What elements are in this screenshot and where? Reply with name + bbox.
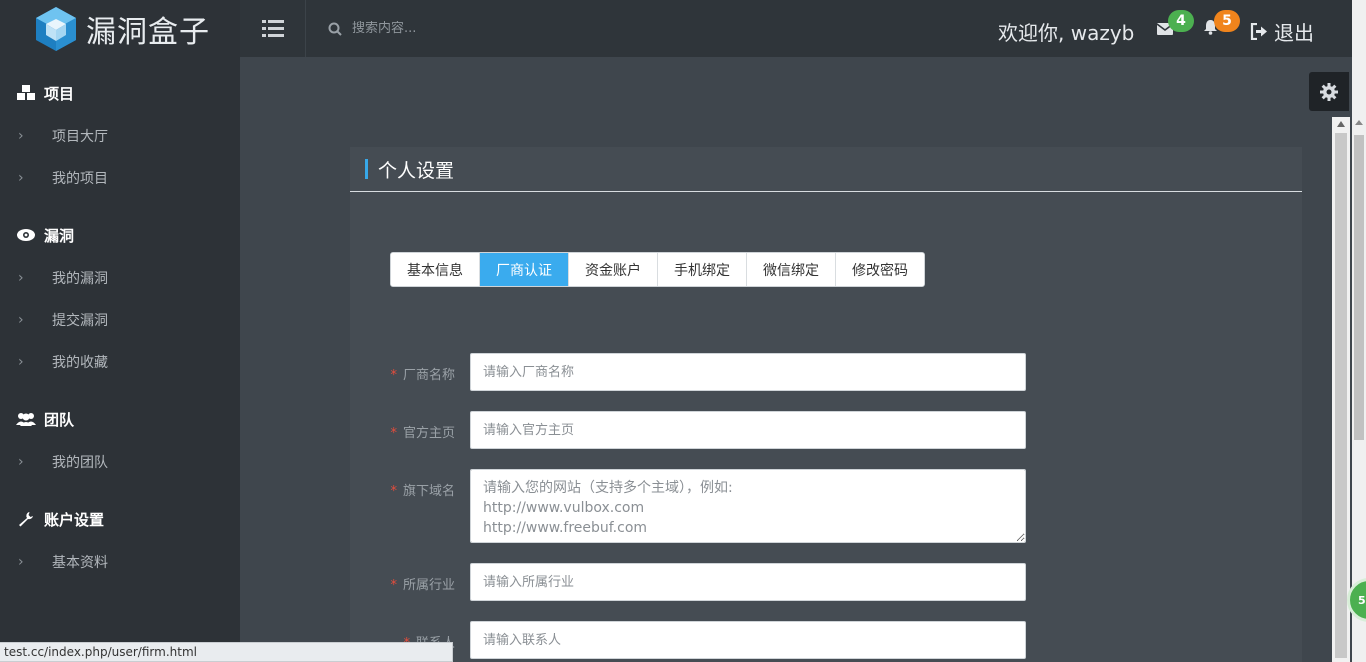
required-marker: * [390,578,397,593]
list-icon [261,20,284,37]
theme-settings-button[interactable] [1309,72,1349,111]
sidebar-section-label: 漏洞 [44,226,75,245]
form-row-vendor-name: * 厂商名称 [350,353,1026,391]
required-marker: * [390,484,397,499]
form-row-domains: * 旗下域名 [350,469,1026,543]
sidebar-item-my-team[interactable]: › 我的团队 [0,441,240,483]
required-marker: * [390,426,397,441]
sign-out-icon [1250,23,1267,40]
logout-label: 退出 [1274,21,1314,45]
sidebar-item-project-hall[interactable]: › 项目大厅 [0,115,240,157]
tab-change-password[interactable]: 修改密码 [836,253,924,286]
window-scrollbar[interactable] [1352,0,1366,662]
sidebar-section-team[interactable]: 团队 [0,397,240,441]
sidebar-item-my-projects[interactable]: › 我的项目 [0,157,240,199]
tab-vendor-certification[interactable]: 厂商认证 [480,253,569,286]
search-icon [328,22,342,36]
scrollbar-thumb[interactable] [1354,135,1364,440]
sidebar-item-label: 我的项目 [52,171,108,187]
form-row-homepage: * 官方主页 [350,411,1026,449]
sidebar-item-submit-vuln[interactable]: › 提交漏洞 [0,299,240,341]
chevron-right-icon: › [18,354,24,370]
chevron-right-icon: › [18,554,24,570]
sidebar-item-label: 提交漏洞 [52,313,108,329]
tab-funds-account[interactable]: 资金账户 [569,253,658,286]
sidebar-section-label: 账户设置 [44,510,105,529]
panel-header: 个人设置 [350,147,1302,192]
sidebar-item-label: 我的收藏 [52,355,108,371]
wrench-icon [16,511,36,527]
menu-toggle-button[interactable] [240,0,306,57]
sidebar-item-label: 我的漏洞 [52,271,108,287]
logo[interactable]: 漏洞盒子 [0,0,240,57]
eye-icon [16,229,36,241]
sidebar-item-basic-profile[interactable]: › 基本资料 [0,541,240,583]
scroll-up-arrow-icon[interactable] [1355,120,1363,125]
sidebar-section-projects[interactable]: 项目 [0,71,240,115]
search-box [328,21,828,36]
sidebar-section-vulnerabilities[interactable]: 漏洞 [0,213,240,257]
domains-textarea[interactable] [470,469,1026,543]
contact-input[interactable] [470,621,1026,659]
welcome-text: 欢迎你, wazyb [998,21,1135,45]
cubes-icon [16,85,36,101]
form-label: * 所属行业 [390,578,455,593]
form-label: * 厂商名称 [390,368,455,383]
content-scrollbar[interactable] [1332,117,1350,662]
notification-count-badge[interactable]: 5 [1214,10,1240,32]
personal-settings-panel: 个人设置 基本信息 厂商认证 资金账户 手机绑定 微信绑定 修改密码 * 厂商名称… [350,147,1302,662]
required-marker: * [390,368,397,383]
chevron-right-icon: › [18,128,24,144]
sidebar-item-label: 我的团队 [52,455,108,471]
chevron-right-icon: › [18,270,24,286]
users-icon [16,412,36,426]
tab-basic-info[interactable]: 基本信息 [391,253,480,286]
homepage-input[interactable] [470,411,1026,449]
logout-button[interactable]: 退出 [1250,17,1314,46]
tab-wechat-binding[interactable]: 微信绑定 [747,253,836,286]
sidebar-section-label: 项目 [44,84,75,103]
form-label: * 官方主页 [390,426,455,441]
brand-name: 漏洞盒子 [86,14,210,50]
sidebar: 漏洞盒子 项目 › 项目大厅 › 我的项目 漏洞 › 我的漏洞 › 提交漏洞 ›… [0,0,240,662]
form-row-industry: * 所属行业 [350,563,1026,601]
settings-tabs: 基本信息 厂商认证 资金账户 手机绑定 微信绑定 修改密码 [390,252,925,287]
topbar: 欢迎你, wazyb 4 5 退出 [240,0,1352,57]
chevron-right-icon: › [18,170,24,186]
sidebar-section-label: 团队 [44,410,75,429]
scroll-up-arrow-icon[interactable] [1337,121,1345,127]
gear-icon [1320,82,1338,101]
chevron-right-icon: › [18,454,24,470]
page-title: 个人设置 [378,159,455,182]
sidebar-item-label: 项目大厅 [52,129,108,145]
cube-logo-icon [36,6,76,51]
search-input[interactable] [352,21,652,36]
scrollbar-thumb[interactable] [1335,133,1347,658]
industry-input[interactable] [470,563,1026,601]
title-accent-bar [365,159,368,179]
sidebar-item-favorites[interactable]: › 我的收藏 [0,341,240,383]
browser-status-bar: test.cc/index.php/user/firm.html [0,642,453,662]
form-label: * 旗下域名 [390,484,455,499]
vendor-name-input[interactable] [470,353,1026,391]
mail-count-badge[interactable]: 4 [1168,10,1194,32]
sidebar-item-label: 基本资料 [52,555,108,571]
tab-phone-binding[interactable]: 手机绑定 [658,253,747,286]
sidebar-section-account-settings[interactable]: 账户设置 [0,497,240,541]
sidebar-item-my-vulns[interactable]: › 我的漏洞 [0,257,240,299]
chevron-right-icon: › [18,312,24,328]
